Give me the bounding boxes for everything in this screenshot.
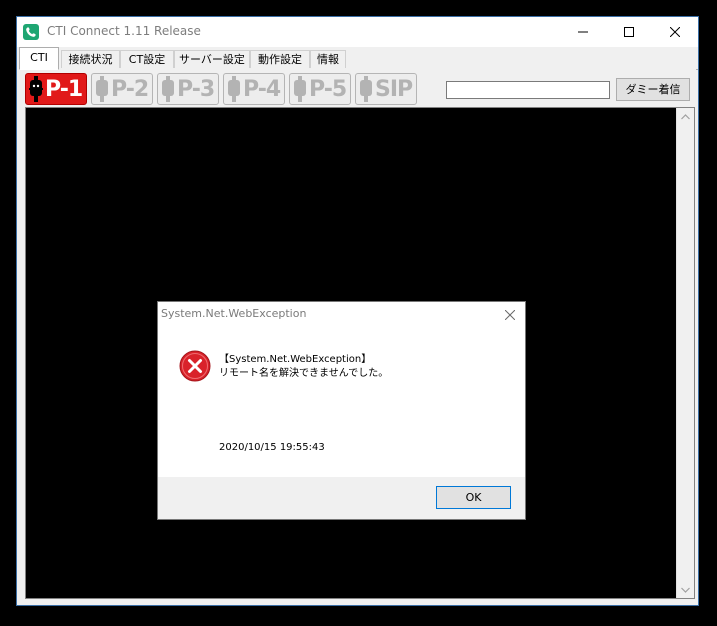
plug-icon (228, 76, 240, 102)
ok-button[interactable]: OK (436, 486, 511, 509)
phone-button-sip[interactable]: SIP (355, 73, 417, 105)
plug-icon (360, 76, 372, 102)
plug-icon (294, 76, 306, 102)
title-bar[interactable]: CTI Connect 1.11 Release (17, 17, 698, 47)
phone-button-label: SIP (375, 76, 413, 102)
close-button[interactable] (652, 17, 698, 47)
maximize-icon (624, 27, 634, 37)
tab-connection-status[interactable]: 接続状況 (61, 50, 120, 68)
dummy-number-input[interactable] (446, 81, 610, 99)
dialog-footer: OK (158, 477, 525, 519)
phone-button-p5[interactable]: P-5 (289, 73, 351, 105)
phone-button-label: P-1 (45, 76, 83, 102)
close-icon (505, 310, 515, 320)
tab-ct-settings[interactable]: CT設定 (120, 50, 174, 68)
error-icon (179, 350, 211, 386)
error-message-title: 【System.Net.WebException】 (219, 354, 372, 365)
phone-button-label: P-4 (243, 76, 281, 102)
plug-icon (29, 76, 43, 102)
tab-server-settings[interactable]: サーバー設定 (174, 50, 250, 68)
phone-button-p1[interactable]: P-1 (25, 73, 87, 105)
close-icon (670, 27, 680, 37)
phone-button-label: P-5 (309, 76, 347, 102)
tab-info[interactable]: 情報 (310, 50, 346, 68)
phone-button-label: P-2 (111, 76, 149, 102)
error-dialog: System.Net.WebException 【System.Net.WebE… (157, 301, 526, 520)
phone-button-p2[interactable]: P-2 (91, 73, 153, 105)
phone-button-label: P-3 (177, 76, 215, 102)
minimize-button[interactable] (560, 17, 606, 47)
plug-icon (96, 76, 108, 102)
dummy-call-button[interactable]: ダミー着信 (616, 78, 690, 101)
phone-button-p4[interactable]: P-4 (223, 73, 285, 105)
tab-bar: CTI 接続状況 CT設定 サーバー設定 動作設定 情報 (19, 47, 698, 70)
plug-icon (162, 76, 174, 102)
dialog-title: System.Net.WebException (161, 307, 307, 320)
dialog-close-button[interactable] (495, 302, 525, 328)
scroll-down-button[interactable] (677, 581, 694, 598)
tab-operation-settings[interactable]: 動作設定 (250, 50, 310, 68)
chevron-down-icon (681, 587, 690, 593)
phone-button-p3[interactable]: P-3 (157, 73, 219, 105)
scroll-up-button[interactable] (677, 108, 694, 125)
tab-cti[interactable]: CTI (19, 47, 59, 70)
vertical-scrollbar[interactable] (676, 108, 694, 598)
chevron-up-icon (681, 113, 690, 119)
error-message-detail: リモート名を解決できませんでした。 (219, 368, 389, 379)
phone-app-icon (23, 24, 39, 40)
minimize-icon (578, 31, 588, 33)
maximize-button[interactable] (606, 17, 652, 47)
error-timestamp: 2020/10/15 19:55:43 (219, 442, 325, 453)
window-title: CTI Connect 1.11 Release (47, 24, 201, 38)
